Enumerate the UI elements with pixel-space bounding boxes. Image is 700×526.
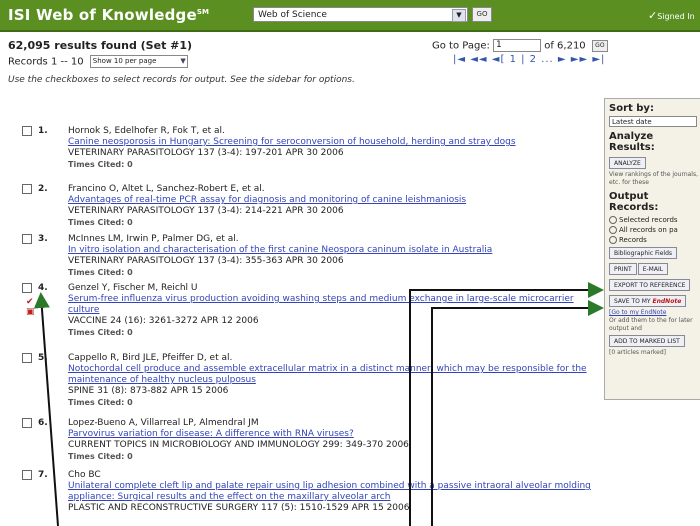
record-title[interactable]: Advantages of real-time PCR assay for di… [68, 195, 598, 206]
select-checkbox[interactable] [22, 470, 32, 480]
select-checkbox[interactable] [22, 184, 32, 194]
page-input[interactable]: 1 [493, 39, 542, 52]
signed-in-status: ✓Signed In [648, 9, 695, 22]
per-page-select[interactable]: Show 10 per page ▼ [89, 55, 188, 68]
top-bar: ISI Web of KnowledgeSM Web of Science ▼ … [0, 0, 700, 32]
export-button[interactable]: EXPORT TO REFERENCE [609, 279, 691, 291]
select-checkbox[interactable] [22, 283, 32, 293]
record-title[interactable]: Notochordal cell produce and assemble ex… [68, 364, 598, 386]
record-title[interactable]: In vitro isolation and characterisation … [68, 245, 598, 256]
instructions: Use the checkboxes to select records for… [8, 75, 355, 85]
fulltext-icon[interactable]: ✔ ▣ [26, 297, 35, 317]
select-checkbox[interactable] [22, 126, 32, 136]
record-title[interactable]: Serum-free influenza virus production av… [68, 294, 598, 316]
chevron-down-icon: ▼ [452, 9, 466, 22]
email-button[interactable]: E-MAIL [637, 263, 669, 275]
chevron-down-icon: ▼ [180, 57, 186, 65]
app-logo[interactable]: ISI Web of KnowledgeSM [8, 6, 209, 24]
add-marked-button[interactable]: ADD TO MARKED LIST [609, 335, 685, 347]
fields-select[interactable]: Bibliographic Fields [609, 247, 678, 259]
select-checkbox[interactable] [22, 234, 32, 244]
arrow-fulltext [33, 292, 59, 526]
record-title[interactable]: Parvovirus variation for disease: A diff… [68, 429, 598, 440]
print-button[interactable]: PRINT [609, 263, 637, 275]
sort-select[interactable]: Latest date [609, 116, 697, 127]
record-title[interactable]: Canine neosporosis in Hungary: Screening… [68, 137, 598, 148]
goto-go-button[interactable]: GO [591, 39, 608, 52]
check-icon: ✓ [648, 9, 658, 22]
records-range: Records 1 -- 10 Show 10 per page ▼ [8, 55, 188, 68]
sidebar: Sort by: Latest date Analyze Results: AN… [604, 98, 700, 400]
radio-all[interactable]: All records on pa [609, 225, 700, 235]
goto-page: Go to Page: 1 of 6,210 GO [432, 39, 608, 52]
database-select[interactable]: Web of Science ▼ [253, 7, 468, 22]
pagination[interactable]: |◄ ◄◄ ◄[ 1 | 2 ... ► ►► ►| [453, 54, 605, 65]
radio-records[interactable]: Records [609, 235, 700, 245]
save-endnote-button[interactable]: SAVE TO MY EndNote [609, 295, 687, 307]
record-title[interactable]: Unilateral complete cleft lip and palate… [68, 481, 598, 503]
analyze-button[interactable]: ANALYZE [609, 157, 646, 169]
select-checkbox[interactable] [22, 353, 32, 363]
radio-selected[interactable]: Selected records [609, 215, 700, 225]
go-button[interactable]: GO [472, 7, 492, 22]
select-checkbox[interactable] [22, 418, 32, 428]
results-count: 62,095 results found (Set #1) [8, 39, 193, 52]
goto-endnote-link[interactable]: [Go to my EndNote [609, 309, 700, 317]
